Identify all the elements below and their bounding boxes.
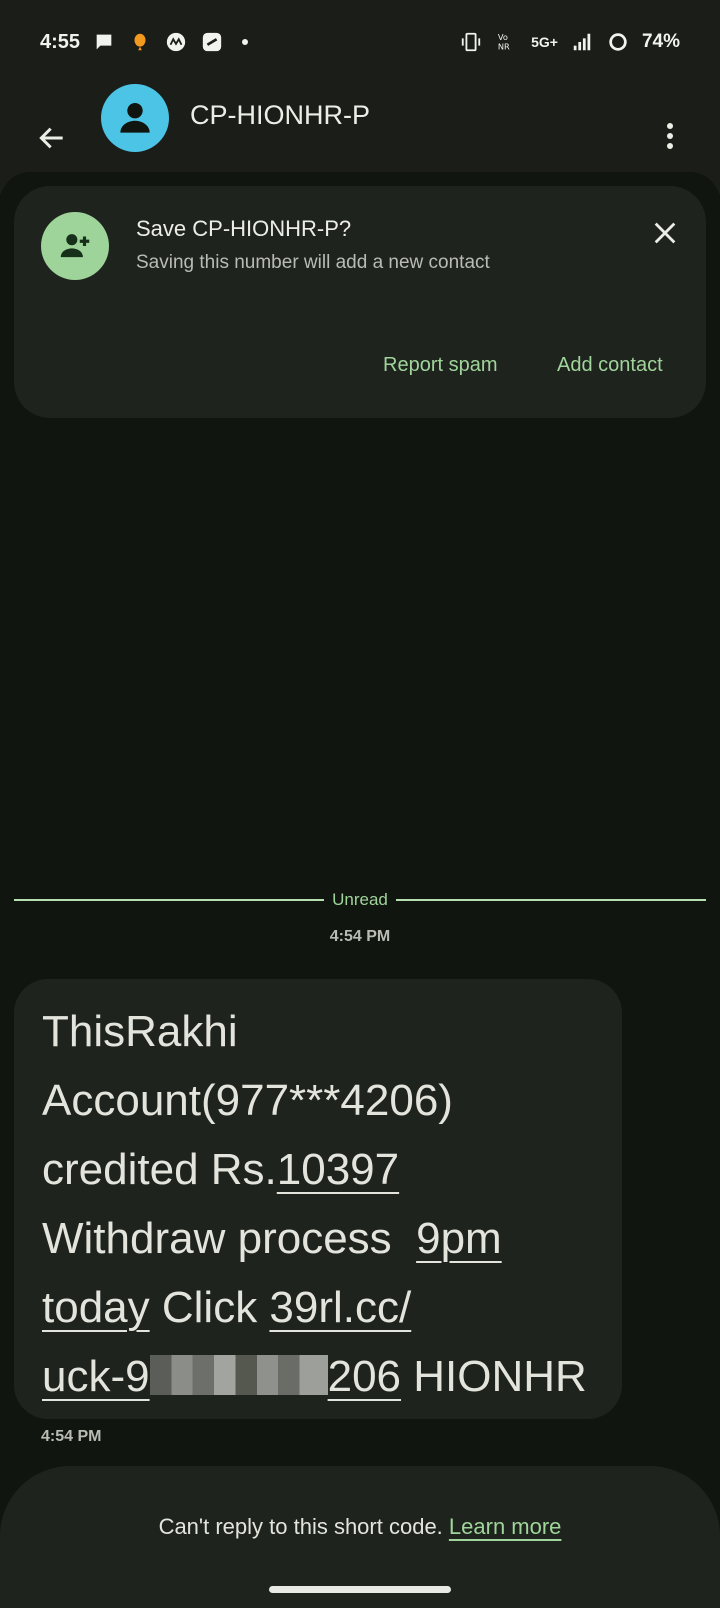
save-card-title: Save CP-HIONHR-P? (136, 216, 352, 241)
add-contact-button[interactable]: Add contact (557, 354, 663, 377)
save-card-subtitle: Saving this number will add a new contac… (136, 252, 490, 273)
more-vert-icon (667, 123, 673, 149)
battery-percentage: 74% (641, 31, 680, 52)
message-text: ThisRakhi Account(977***4206) credited R… (42, 997, 598, 1411)
cannot-reply-notice: Can't reply to this short code. Learn mo… (0, 1514, 720, 1540)
balloon-notification-icon (128, 30, 152, 54)
url-segment-start: uck-9 (42, 1352, 150, 1401)
unread-label: Unread (332, 890, 388, 909)
message-line-5: today Click 39rl.cc/ (42, 1273, 598, 1342)
divider-line-left (14, 899, 325, 901)
reply-bar: Can't reply to this short code. Learn mo… (0, 1466, 720, 1608)
dismiss-card-button[interactable] (648, 216, 682, 250)
more-options-button[interactable] (660, 114, 680, 158)
message-text-segment: Withdraw process (42, 1214, 417, 1263)
redacted-pixelated-block (149, 1355, 328, 1395)
person-add-icon (60, 234, 90, 258)
more-notifications-dot (242, 39, 249, 45)
status-right: Vo NR 5G+ 74% (459, 30, 680, 54)
cannot-reply-text: Can't reply to this short code. (158, 1514, 449, 1539)
divider-line-right (395, 899, 707, 901)
amount-link[interactable]: 10397 (277, 1145, 399, 1194)
contact-name[interactable]: CP-HIONHR-P (190, 100, 370, 131)
contact-avatar[interactable] (101, 84, 169, 152)
vibrate-icon (459, 30, 483, 54)
link-notification-icon (200, 30, 224, 54)
message-text-segment: credited Rs. (42, 1145, 277, 1194)
chat-notification-icon (92, 30, 116, 54)
message-timestamp: 4:54 PM (41, 1428, 102, 1445)
url-segment-end: 206 (327, 1352, 402, 1401)
learn-more-link[interactable]: Learn more (449, 1514, 562, 1539)
save-contact-card: Save CP-HIONHR-P? Saving this number wil… (14, 186, 706, 418)
message-text-segment: Click (149, 1283, 270, 1332)
status-left: 4:55 (40, 30, 249, 54)
signal-icon (570, 30, 594, 54)
close-icon (654, 222, 676, 244)
status-time: 4:55 (40, 30, 81, 53)
status-bar: 4:55 Vo NR 5G+ 74% (0, 0, 720, 84)
vonr-icon: Vo NR (495, 30, 519, 54)
time-link[interactable]: 9pm (416, 1214, 502, 1263)
back-arrow-icon (39, 127, 63, 149)
message-text-segment: HIONHR (401, 1352, 587, 1401)
message-line-2: Account(977***4206) (42, 1076, 453, 1125)
url-link-continued[interactable]: uck-9 206 (42, 1352, 401, 1401)
date-separator-time: 4:54 PM (329, 928, 391, 945)
add-contact-avatar (41, 212, 109, 280)
message-bubble[interactable]: ThisRakhi Account(977***4206) credited R… (14, 979, 622, 1419)
svg-text:NR: NR (498, 41, 510, 51)
person-icon (120, 102, 150, 133)
back-button[interactable] (30, 116, 74, 160)
date-link[interactable]: today (42, 1283, 150, 1332)
network-type: 5G+ (531, 34, 558, 50)
app-notification-icon (164, 30, 188, 54)
unread-divider: Unread (14, 888, 707, 912)
message-line-1: ThisRakhi (42, 1007, 238, 1056)
report-spam-button[interactable]: Report spam (383, 354, 498, 377)
message-line-6: uck-9 206 HIONHR (42, 1342, 598, 1411)
message-line-4: Withdraw process 9pm (42, 1204, 598, 1273)
gesture-nav-handle[interactable] (269, 1586, 451, 1593)
url-link[interactable]: 39rl.cc/ (269, 1283, 411, 1332)
battery-icon (606, 30, 630, 54)
message-line-3: credited Rs.10397 (42, 1135, 598, 1204)
